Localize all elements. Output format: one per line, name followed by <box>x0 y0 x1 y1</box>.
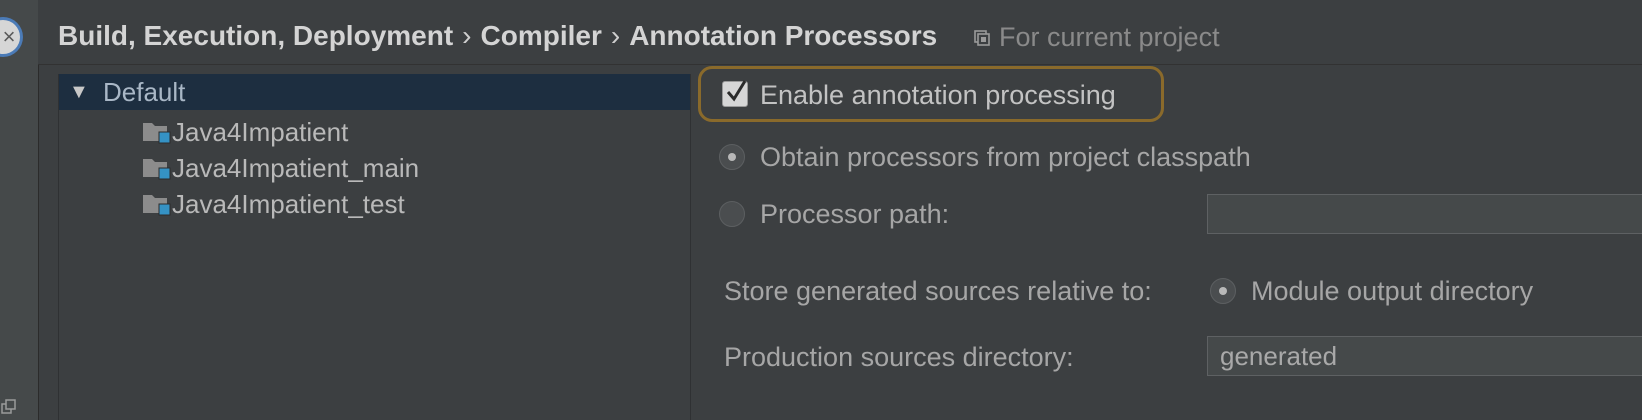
store-relative-label: Store generated sources relative to: <box>724 276 1152 306</box>
obtain-classpath-label[interactable]: Obtain processors from project classpath <box>760 142 1251 173</box>
breadcrumb: Build, Execution, Deployment › Compiler › An… <box>58 20 937 52</box>
processor-path-radio[interactable] <box>719 201 745 227</box>
module-folder-icon <box>143 123 171 144</box>
left-strip: × <box>0 0 39 420</box>
tree-item-module[interactable]: Java4Impatient_test <box>59 186 690 222</box>
processor-path-label[interactable]: Processor path: <box>760 199 949 230</box>
scope-indicator: For current project <box>973 22 1220 53</box>
close-icon: × <box>2 24 16 49</box>
checkmark-icon <box>726 80 747 102</box>
breadcrumb-header: Build, Execution, Deployment › Compiler › An… <box>38 0 1642 65</box>
breadcrumb-item-compiler[interactable]: Compiler <box>481 20 602 51</box>
module-folder-icon <box>143 159 171 180</box>
scope-label: For current project <box>999 22 1220 52</box>
enable-annotation-checkbox[interactable] <box>722 80 748 107</box>
obtain-classpath-radio[interactable] <box>719 144 745 170</box>
expand-arrow-icon[interactable]: ▼ <box>69 81 89 104</box>
breadcrumb-item-build[interactable]: Build, Execution, Deployment <box>58 20 453 51</box>
module-output-radio[interactable] <box>1210 278 1236 304</box>
processor-path-input[interactable] <box>1207 194 1642 234</box>
settings-dialog: × Build, Execution, Deployment › Compiler ›… <box>0 0 1642 420</box>
breadcrumb-item-annotation-processors: Annotation Processors <box>629 20 938 51</box>
project-scope-icon <box>974 29 990 46</box>
tree-item-label: Java4Impatient <box>172 116 349 147</box>
production-dir-input[interactable] <box>1207 336 1642 376</box>
tree-item-default[interactable]: ▼ Default <box>59 74 690 110</box>
annotation-settings-panel: Enable annotation processing Obtain proc… <box>690 64 1642 420</box>
close-button[interactable]: × <box>0 20 20 54</box>
breadcrumb-separator: › <box>610 20 621 51</box>
tree-item-module[interactable]: Java4Impatient <box>59 114 690 150</box>
profile-tree: ▼ Default Java4Impatient Java4Impatient_… <box>58 74 691 420</box>
tree-item-label: Default <box>103 76 186 107</box>
tree-item-label: Java4Impatient_test <box>172 188 405 219</box>
breadcrumb-separator: › <box>462 20 472 51</box>
copy-icon[interactable] <box>0 398 18 416</box>
enable-annotation-label[interactable]: Enable annotation processing <box>760 80 1116 111</box>
module-output-label[interactable]: Module output directory <box>1251 276 1533 307</box>
tree-item-module[interactable]: Java4Impatient_main <box>59 150 690 186</box>
module-folder-icon <box>143 195 171 216</box>
tree-item-label: Java4Impatient_main <box>172 152 420 183</box>
production-dir-label: Production sources directory: <box>724 342 1074 372</box>
